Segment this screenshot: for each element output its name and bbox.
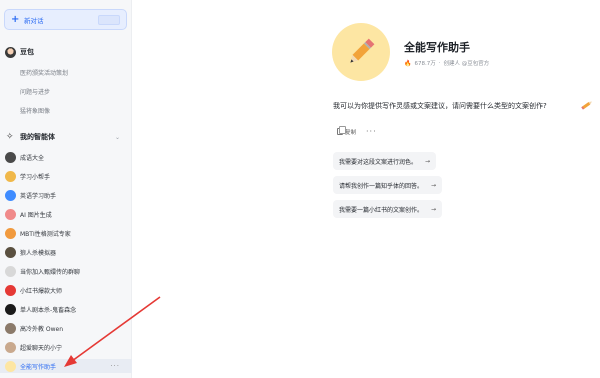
suggestion-chip[interactable]: 请帮我创作一篇知乎体的回答。 → xyxy=(333,176,443,194)
sidebar-agent-item[interactable]: 当你加入甄嬛传的群聊 xyxy=(0,264,132,278)
sidebar-agent-item[interactable]: 小红书爆款大师 xyxy=(0,283,132,297)
suggestion-text: 我需要一篇小红书的文案创作。 xyxy=(339,206,424,214)
sidebar-agent-item[interactable]: 全能写作助手 ··· xyxy=(0,359,132,373)
sidebar-item-doubao[interactable]: 豆包 xyxy=(0,45,132,59)
agent-avatar xyxy=(5,208,16,220)
arrow-right-icon: → xyxy=(431,205,437,213)
copy-icon xyxy=(337,126,346,135)
sidebar-agent-item[interactable]: 成语大全 xyxy=(0,150,132,164)
message-actions: 复制 ··· xyxy=(337,126,377,136)
sidebar-agent-item[interactable]: 狼人杀模拟器 xyxy=(0,245,132,259)
suggestion-chip[interactable]: 我需要对这段文案进行润色。 → xyxy=(333,152,437,170)
agent-avatar xyxy=(5,360,16,372)
agent-label: 高冷外教 Owen xyxy=(20,325,64,333)
agent-label: AI 图片生成 xyxy=(20,211,52,219)
bot-meta: 🔥 678.7万 · 创建人 @豆包官方 xyxy=(404,59,489,68)
sidebar-agent-item[interactable]: 超爱聊天的小宁 xyxy=(0,340,132,354)
history-item[interactable]: 问题与进步 xyxy=(20,87,50,96)
suggestion-text: 请帮我创作一篇知乎体的回答。 xyxy=(339,182,424,190)
agent-label: 单人剧本杀-鬼畜森念 xyxy=(20,306,77,314)
fire-icon: 🔥 xyxy=(404,59,412,67)
sidebar-agent-item[interactable]: 英语学习助手 xyxy=(0,188,132,202)
bot-creator[interactable]: 创建人 @豆包官方 xyxy=(443,59,489,67)
new-chat-label: 新对话 xyxy=(24,16,44,25)
pencil-emoji-icon xyxy=(581,101,592,110)
sidebar: + 新对话 豆包 医药颁奖活动策划 问题与进步 猛将象图像 ✧ 我的智能体 ⌄ … xyxy=(0,0,132,378)
arrow-right-icon: → xyxy=(431,181,437,189)
chat-main: 全能写作助手 🔥 678.7万 · 创建人 @豆包官方 我可以为你提供写作灵感或… xyxy=(132,0,600,378)
agent-label: 当你加入甄嬛传的群聊 xyxy=(20,268,81,276)
history-item[interactable]: 猛将象图像 xyxy=(20,106,50,115)
agent-avatar xyxy=(5,284,16,296)
agent-avatar xyxy=(5,170,16,182)
new-chat-button[interactable]: + 新对话 xyxy=(4,9,127,30)
agent-avatar xyxy=(5,246,16,258)
copy-button[interactable]: 复制 xyxy=(337,126,357,136)
agent-label: 英语学习助手 xyxy=(20,192,57,200)
agent-more-button[interactable]: ··· xyxy=(110,362,120,370)
agent-avatar xyxy=(5,227,16,239)
pencil-icon xyxy=(350,38,375,63)
agent-avatar xyxy=(5,341,16,353)
history-item[interactable]: 医药颁奖活动策划 xyxy=(20,68,68,77)
agent-label: MBTI性格测试专家 xyxy=(20,230,71,238)
agent-label: 学习小帮手 xyxy=(20,173,51,181)
agent-label: 狼人杀模拟器 xyxy=(20,249,57,257)
agent-label: 成语大全 xyxy=(20,154,45,162)
plus-icon: + xyxy=(11,14,20,25)
bot-stats: 678.7万 xyxy=(414,61,436,67)
agent-avatar xyxy=(5,322,16,334)
suggestion-chip[interactable]: 我需要一篇小红书的文案创作。 → xyxy=(333,200,443,218)
agent-avatar xyxy=(5,265,16,277)
bot-avatar xyxy=(332,23,390,81)
sidebar-item-label: 豆包 xyxy=(20,48,34,56)
copy-label: 复制 xyxy=(345,129,357,136)
sidebar-agent-item[interactable]: 单人剧本杀-鬼畜森念 xyxy=(0,302,132,316)
chevron-down-icon[interactable]: ⌄ xyxy=(115,134,120,141)
doubao-avatar xyxy=(5,46,16,58)
bot-greeting: 我可以为你提供写作灵感或文案建议，请问需要什么类型的文案创作? xyxy=(333,102,547,110)
agent-avatar xyxy=(5,151,16,163)
agent-label: 小红书爆款大师 xyxy=(20,287,63,295)
more-actions-button[interactable]: ··· xyxy=(366,127,377,136)
suggestion-text: 我需要对这段文案进行润色。 xyxy=(339,158,418,166)
agent-label: 超爱聊天的小宁 xyxy=(20,344,63,352)
sidebar-agent-item[interactable]: MBTI性格测试专家 xyxy=(0,226,132,240)
my-agents-label: 我的智能体 xyxy=(20,133,55,141)
sidebar-agent-item[interactable]: 高冷外教 Owen xyxy=(0,321,132,335)
sidebar-agent-item[interactable]: AI 图片生成 xyxy=(0,207,132,221)
agent-label: 全能写作助手 xyxy=(20,363,57,371)
agent-avatar xyxy=(5,189,16,201)
bot-title: 全能写作助手 xyxy=(404,41,470,54)
arrow-right-icon: → xyxy=(425,157,431,165)
sidebar-agent-item[interactable]: 学习小帮手 xyxy=(0,169,132,183)
meta-separator: · xyxy=(438,60,441,66)
sparkle-icon: ✧ xyxy=(6,132,14,142)
shortcut-hint xyxy=(98,15,120,25)
agent-avatar xyxy=(5,303,16,315)
my-agents-header[interactable]: ✧ 我的智能体 ⌄ xyxy=(0,131,132,143)
